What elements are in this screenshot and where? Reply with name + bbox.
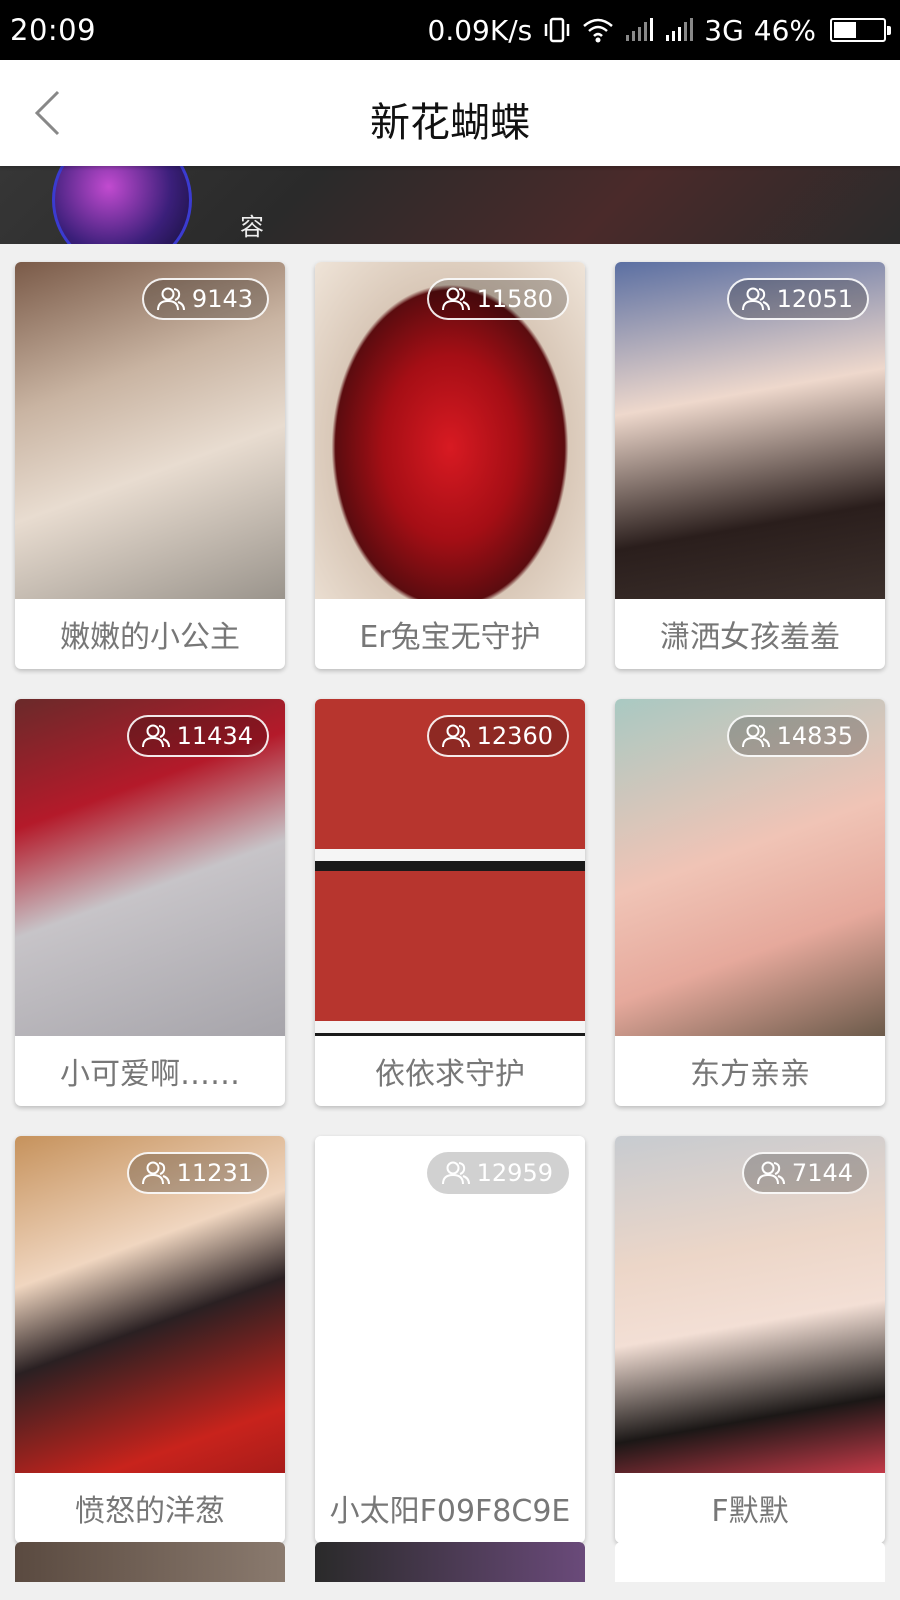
status-indicators: 0.09K/s 3G 46% <box>427 13 891 47</box>
viewer-count: 11434 <box>176 722 253 750</box>
viewer-count: 11580 <box>476 285 553 313</box>
status-time: 20:09 <box>10 13 97 47</box>
viewer-count-badge: 7144 <box>741 1152 869 1194</box>
users-icon <box>441 286 471 312</box>
stream-card[interactable]: 11580 Er兔宝无守护 <box>315 262 585 669</box>
stream-name: 愤怒的洋葱 <box>75 1494 225 1529</box>
users-icon <box>156 286 186 312</box>
viewer-count: 9143 <box>191 285 253 313</box>
stream-card[interactable]: 11231 愤怒的洋葱 <box>15 1136 285 1543</box>
nav-bar: 新花蝴蝶 <box>0 60 900 166</box>
wifi-icon <box>582 17 614 43</box>
viewer-count-badge: 11434 <box>126 715 269 757</box>
viewer-count-badge: 12959 <box>426 1152 569 1194</box>
viewer-count: 11231 <box>176 1159 253 1187</box>
viewer-count: 12360 <box>476 722 553 750</box>
battery-icon <box>830 18 891 42</box>
users-icon <box>141 723 171 749</box>
viewer-count: 12959 <box>476 1159 553 1187</box>
viewer-count-badge: 11580 <box>426 278 569 320</box>
signal-icon <box>664 17 694 43</box>
stream-card[interactable]: 9143 嫩嫩的小公主 <box>15 262 285 669</box>
stream-card[interactable]: 12959 小太阳F09F8C9E <box>315 1136 585 1543</box>
viewer-count-badge: 12360 <box>426 715 569 757</box>
signal-icon <box>624 17 654 43</box>
stream-card[interactable]: 7144 F默默 <box>615 1136 885 1543</box>
banner-description: 容 <box>240 212 860 242</box>
users-icon <box>441 1160 471 1186</box>
list-item[interactable] <box>315 1542 585 1582</box>
stream-name: 东方亲亲 <box>690 1057 810 1092</box>
battery-percent: 46% <box>753 13 816 47</box>
viewer-count-badge: 11231 <box>126 1152 269 1194</box>
stream-name: 潇洒女孩羞羞 <box>660 620 840 655</box>
status-bar: 20:09 0.09K/s 3G 46% <box>0 0 900 60</box>
viewer-count: 7144 <box>791 1159 853 1187</box>
stream-name: 嫩嫩的小公主 <box>60 620 240 655</box>
network-type: 3G <box>704 13 744 47</box>
stream-card[interactable]: 14835 东方亲亲 <box>615 699 885 1106</box>
viewer-count: 12051 <box>776 285 853 313</box>
viewer-count-badge: 12051 <box>726 278 869 320</box>
battery-level <box>834 22 856 38</box>
stream-card[interactable]: 12360 依依求守护 <box>315 699 585 1106</box>
users-icon <box>441 723 471 749</box>
stream-card[interactable]: 11434 小可爱啊…… <box>15 699 285 1106</box>
viewer-count-badge: 9143 <box>141 278 269 320</box>
stream-name: 小可爱啊…… <box>60 1057 240 1092</box>
stream-name: 小太阳F09F8C9E <box>329 1494 571 1529</box>
users-icon <box>741 723 771 749</box>
network-speed: 0.09K/s <box>427 13 533 47</box>
users-icon <box>756 1160 786 1186</box>
list-item[interactable] <box>615 1542 885 1582</box>
vibrate-icon <box>542 16 572 44</box>
stream-name: F默默 <box>711 1494 789 1529</box>
users-icon <box>741 286 771 312</box>
viewer-count: 14835 <box>776 722 853 750</box>
stream-name: Er兔宝无守护 <box>359 620 541 655</box>
stream-card[interactable]: 12051 潇洒女孩羞羞 <box>615 262 885 669</box>
viewer-count-badge: 14835 <box>726 715 869 757</box>
list-item[interactable] <box>15 1542 285 1582</box>
page-title: 新花蝴蝶 <box>370 100 530 146</box>
banner-text-line: 容 <box>240 213 264 241</box>
users-icon <box>141 1160 171 1186</box>
stream-name: 依依求守护 <box>375 1057 525 1092</box>
